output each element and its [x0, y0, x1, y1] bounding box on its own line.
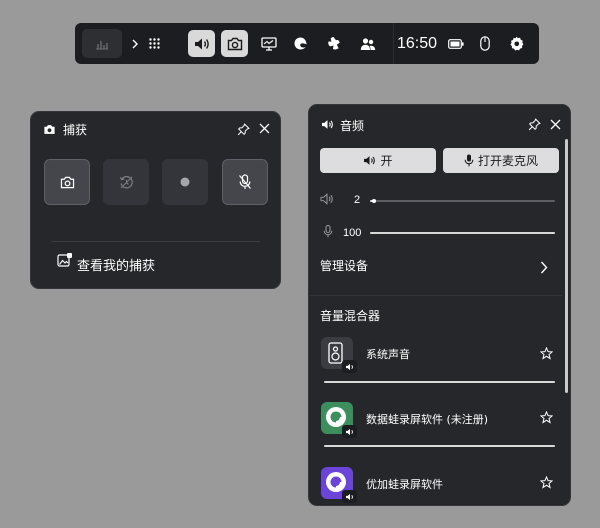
star-icon[interactable] [540, 347, 553, 360]
app-icon-youjiawa [321, 467, 357, 503]
mic-toggle-button[interactable] [222, 159, 268, 205]
edge-button[interactable] [287, 30, 314, 57]
app-volume-slider[interactable] [324, 381, 555, 383]
xbox-icon [328, 37, 340, 50]
audio-widget: 音频 开 打开麦克风 2 100 管理设备 音量混合器 系统声音 数据蛙录屏软件… [308, 104, 571, 506]
record-last-button[interactable] [103, 159, 149, 205]
mic-toggle-button[interactable]: 打开麦克风 [443, 148, 559, 173]
app-name-system: 系统声音 [366, 348, 410, 361]
camera-icon [44, 125, 55, 134]
audio-close-button[interactable] [550, 119, 561, 130]
star-icon[interactable] [540, 411, 553, 424]
pin-icon [528, 118, 541, 131]
manage-devices-link[interactable]: 管理设备 [320, 257, 368, 274]
scrollbar-thumb[interactable] [565, 139, 568, 393]
gamebar-divider [393, 23, 394, 64]
mic-volume-icon [323, 225, 333, 238]
speaker-toggle-button[interactable]: 开 [320, 148, 436, 173]
mouse-icon [479, 36, 490, 51]
mic-toggle-label: 打开麦克风 [477, 154, 538, 168]
battery-icon [447, 38, 464, 49]
close-icon [550, 119, 561, 130]
audio-icon [194, 38, 209, 49]
battery-button[interactable] [442, 30, 469, 57]
capture-widget-button[interactable] [221, 30, 248, 57]
capture-icon [227, 37, 242, 50]
mixer-title: 音量混合器 [320, 309, 381, 323]
speaker-volume-icon [320, 193, 333, 205]
monitor-icon [260, 36, 277, 51]
capture-close-button[interactable] [259, 123, 270, 134]
widget-menu-button[interactable] [141, 30, 168, 57]
social-icon [360, 37, 375, 50]
capture-widget: 捕获 查看我的捕获 [30, 111, 281, 289]
audio-title: 音频 [340, 119, 365, 133]
mic-icon [464, 154, 474, 167]
speaker-icon [322, 120, 333, 129]
performance-button[interactable] [82, 29, 122, 58]
edge-icon [294, 37, 307, 50]
system-sounds-icon [321, 337, 357, 373]
gallery-icon [57, 252, 73, 268]
view-captures-link[interactable]: 查看我的捕获 [77, 255, 155, 274]
audio-divider [309, 295, 562, 296]
audio-header: 音频 [309, 105, 570, 139]
slider-thumb[interactable] [371, 199, 376, 203]
record-last-icon [119, 175, 133, 188]
record-button[interactable] [162, 159, 208, 205]
clock: 16:50 [397, 34, 438, 52]
app-speaker-icon [342, 490, 357, 503]
screenshot-button[interactable] [44, 159, 90, 205]
app-icon-datafrog [321, 402, 357, 438]
capture-pin-button[interactable] [237, 123, 250, 136]
app-speaker-icon [342, 425, 357, 438]
settings-button[interactable] [503, 30, 530, 57]
performance-widget-button[interactable] [255, 30, 282, 57]
speaker-volume-value: 2 [354, 194, 361, 206]
speaker-toggle-label: 开 [380, 154, 393, 168]
app-speaker-icon [342, 360, 357, 373]
audio-pin-button[interactable] [528, 118, 541, 131]
speaker-volume-slider[interactable] [370, 199, 555, 203]
audio-widget-button[interactable] [188, 30, 215, 57]
game-bar: 16:50 [75, 23, 539, 64]
chevron-right-icon [132, 39, 138, 48]
slider-fill [324, 381, 555, 383]
mic-volume-slider[interactable] [370, 232, 555, 234]
record-icon [180, 177, 190, 187]
app-volume-slider[interactable] [324, 445, 555, 447]
xbox-button[interactable] [320, 30, 347, 57]
widget-menu-icon [149, 38, 160, 49]
app-name-datafrog: 数据蛙录屏软件 (未注册) [366, 413, 489, 426]
chevron-right-icon[interactable] [540, 261, 548, 274]
mouse-button[interactable] [471, 30, 498, 57]
capture-divider [51, 241, 260, 242]
camera-icon [60, 176, 74, 188]
capture-title: 捕获 [63, 123, 88, 137]
speaker-icon [364, 156, 376, 165]
app-name-youjiawa: 优加蛙录屏软件 [366, 478, 443, 491]
close-icon [259, 123, 270, 134]
mic-off-icon [239, 174, 251, 189]
mic-volume-value: 100 [343, 227, 362, 239]
star-icon[interactable] [540, 476, 553, 489]
performance-icon [96, 40, 108, 49]
pin-icon [237, 123, 250, 136]
slider-fill [324, 445, 555, 447]
social-button[interactable] [354, 30, 381, 57]
slider-fill [370, 232, 555, 234]
capture-header: 捕获 [31, 112, 280, 146]
settings-icon [510, 36, 524, 51]
